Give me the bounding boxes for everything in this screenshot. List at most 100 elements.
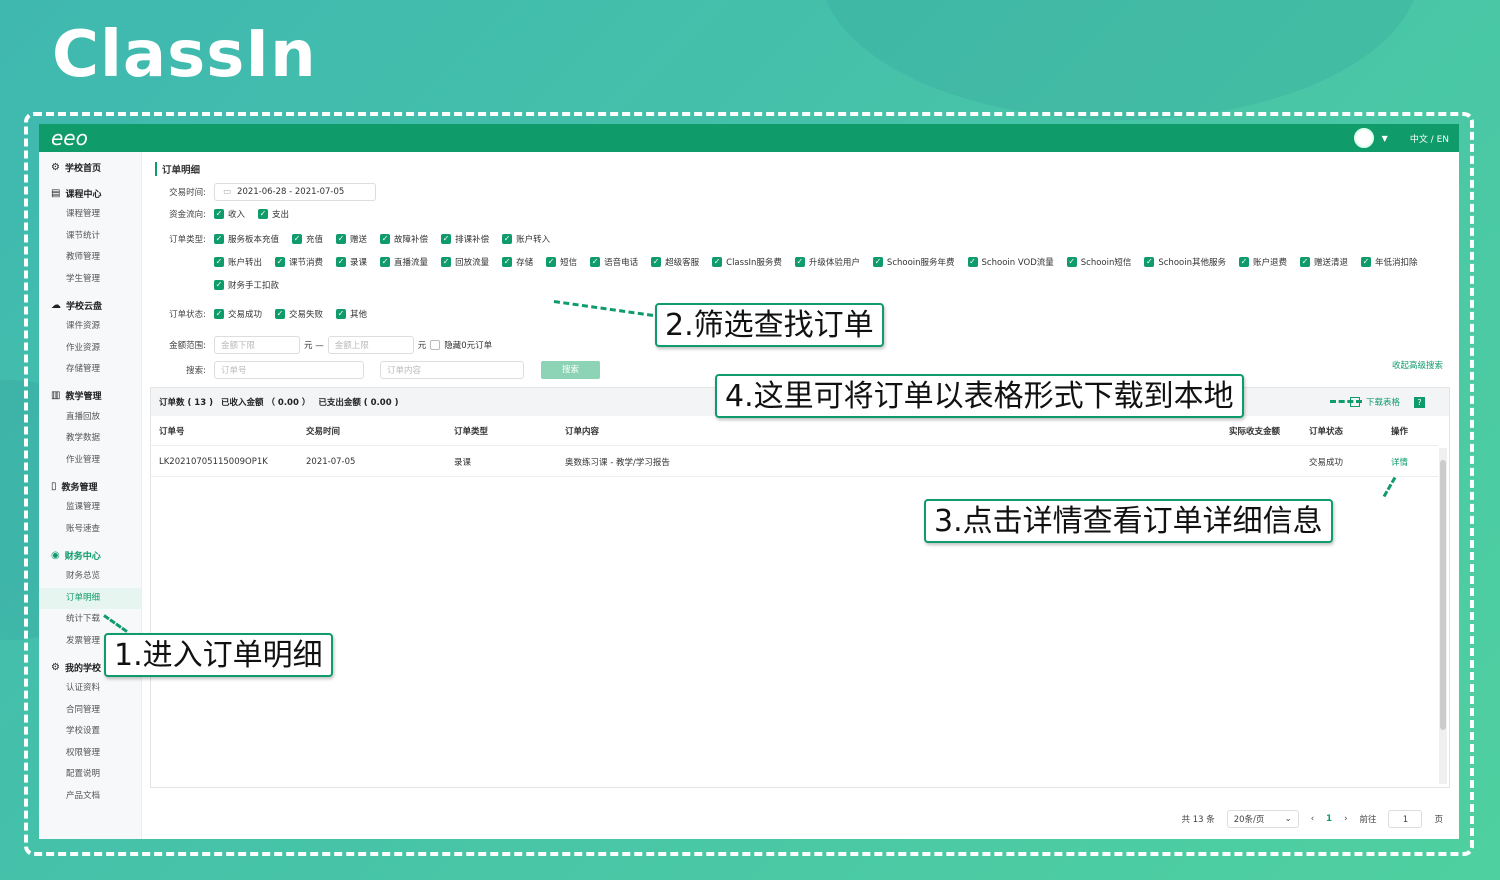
status-label: 订单状态: — [169, 310, 206, 320]
filter-checkbox[interactable]: ✓ 服务板本充值 — [214, 233, 279, 245]
sidebar-group[interactable]: ☁ 学校云盘 — [39, 294, 141, 316]
filter-checkbox[interactable]: ✓ Schooin其他服务 — [1144, 256, 1226, 268]
sidebar-item[interactable]: 认证资料 — [39, 678, 141, 700]
filter-checkbox-label: 其他 — [350, 310, 368, 320]
filter-checkbox[interactable]: ✓ ClassIn服务费 — [712, 256, 782, 268]
sidebar-item[interactable]: 直播回放 — [39, 407, 141, 429]
filter-checkbox[interactable]: ✓ 排课补偿 — [441, 233, 489, 245]
filter-checkbox-label: Schooin其他服务 — [1158, 258, 1226, 268]
sidebar-group[interactable]: ▯ 教务管理 — [39, 475, 141, 497]
chevron-down-icon[interactable]: ▼ — [1382, 134, 1388, 143]
filter-checkbox[interactable]: ✓ 充值 — [292, 233, 323, 245]
filter-checkbox[interactable]: ✓ 财务手工扣款 — [214, 279, 279, 291]
checkbox-checked-icon: ✓ — [794, 257, 805, 267]
filter-checkbox[interactable]: ✓ 短信 — [546, 256, 577, 268]
sidebar-item[interactable]: 教师管理 — [39, 247, 141, 269]
sidebar-item[interactable]: 账号速查 — [39, 519, 141, 541]
goto-label: 前往 — [1359, 815, 1377, 825]
checkbox-checked-icon: ✓ — [502, 234, 513, 244]
avatar[interactable] — [1353, 128, 1374, 148]
filter-checkbox[interactable]: ✓ 故障补偿 — [380, 233, 428, 245]
filter-checkbox[interactable]: ✓ 账户转入 — [502, 233, 550, 245]
sidebar-item[interactable]: 课节统计 — [39, 226, 141, 248]
filter-checkbox[interactable]: ✓ 录课 — [336, 256, 367, 268]
sidebar-item[interactable]: 财务总览 — [39, 566, 141, 588]
sidebar-group[interactable]: ⚙ 学校首页 — [39, 156, 141, 178]
filter-checkbox[interactable]: ✓ 其他 — [336, 308, 367, 320]
sidebar-item[interactable]: 课件资源 — [39, 316, 141, 338]
filter-checkbox[interactable]: ✓ 回放流量 — [441, 256, 489, 268]
language-switch[interactable]: 中文 / EN — [1410, 132, 1449, 145]
date-range-picker[interactable]: ▭ 2021-06-28 - 2021-07-05 — [214, 183, 376, 201]
filter-checkbox[interactable]: ✓ 直播流量 — [380, 256, 428, 268]
filter-checkbox-label: Schooin服务年费 — [886, 258, 955, 268]
sidebar-item[interactable]: 配置说明 — [39, 764, 141, 786]
detail-link[interactable]: 详情 — [1391, 456, 1408, 468]
page-size-select[interactable]: 20条/页 ⌄ — [1226, 810, 1299, 828]
filter-checkbox[interactable]: ✓ Schooin短信 — [1066, 256, 1131, 268]
collapse-advanced-link[interactable]: 收起高级搜索 — [1392, 359, 1443, 371]
goto-page-input[interactable]: 1 — [1388, 810, 1423, 828]
scrollbar-thumb[interactable] — [1440, 460, 1446, 730]
sidebar-group-label: 课程中心 — [65, 189, 102, 200]
hide-zero-checkbox[interactable] — [430, 340, 441, 350]
filter-checkbox[interactable]: ✓ Schooin服务年费 — [872, 256, 955, 268]
order-count: 订单数 ( 13 ) — [159, 398, 213, 408]
sidebar-item[interactable]: 合同管理 — [39, 700, 141, 722]
next-page-icon[interactable]: › — [1344, 814, 1347, 824]
sidebar-item[interactable]: 监课管理 — [39, 497, 141, 519]
sidebar-item[interactable]: 教学数据 — [39, 428, 141, 450]
sidebar-item[interactable]: 产品文档 — [39, 786, 141, 808]
search-button[interactable]: 搜索 — [541, 361, 600, 379]
filter-checkbox[interactable]: ✓ 赠送清退 — [1299, 256, 1348, 268]
filter-checkbox-label: 支出 — [272, 210, 290, 220]
callout-order-detail: 1.进入订单明细 — [104, 633, 333, 677]
checkbox-checked-icon: ✓ — [590, 257, 601, 267]
page-size-value: 20条/页 — [1233, 815, 1265, 825]
filter-checkbox[interactable]: ✓ 超级客服 — [651, 256, 699, 268]
hide-zero-label: 隐藏0元订单 — [444, 341, 493, 351]
filter-checkbox[interactable]: ✓ 年低消扣除 — [1361, 256, 1418, 268]
sidebar-item[interactable]: 学生管理 — [39, 269, 141, 291]
filter-checkbox[interactable]: ✓ 交易失败 — [275, 308, 323, 320]
filter-checkbox[interactable]: ✓ 收入 — [214, 208, 245, 220]
filter-checkbox-label: 回放流量 — [455, 258, 490, 268]
filter-checkbox[interactable]: ✓ 账户转出 — [214, 256, 262, 268]
sidebar-item[interactable]: 学校设置 — [39, 721, 141, 743]
filter-checkbox-label: 排课补偿 — [455, 235, 490, 245]
filter-checkbox[interactable]: ✓ 升级体验用户 — [794, 256, 860, 268]
filter-checkbox[interactable]: ✓ 交易成功 — [214, 308, 262, 320]
sidebar-item[interactable]: 订单明细 — [39, 587, 141, 609]
help-icon[interactable]: ? — [1414, 396, 1425, 408]
filter-checkbox[interactable]: ✓ 账户退费 — [1238, 256, 1287, 268]
filter-checkbox[interactable]: ✓ 赠送 — [336, 233, 367, 245]
sidebar-group-label: 教务管理 — [61, 482, 98, 493]
sidebar-item[interactable]: 权限管理 — [39, 743, 141, 765]
sidebar-item[interactable]: 统计下载 — [39, 609, 141, 631]
order-content-input[interactable]: 订单内容 — [380, 361, 524, 379]
prev-page-icon[interactable]: ‹ — [1311, 814, 1314, 824]
filter-checkbox[interactable]: ✓ 课节消费 — [275, 256, 323, 268]
amount-max-input[interactable]: 金额上限 — [327, 336, 414, 354]
sidebar-item[interactable]: 课程管理 — [39, 204, 141, 226]
checkbox-checked-icon: ✓ — [502, 257, 513, 267]
filter-checkbox[interactable]: ✓ 支出 — [258, 208, 289, 220]
filter-checkbox[interactable]: ✓ 存储 — [502, 256, 533, 268]
table-header: 订单号 交易时间 订单类型 订单内容 实际收支金额 订单状态 操作 — [151, 416, 1438, 446]
current-page[interactable]: 1 — [1326, 814, 1332, 824]
checkbox-checked-icon: ✓ — [1361, 257, 1371, 267]
download-table-link[interactable]: 下载表格 — [1366, 396, 1400, 408]
filter-checkbox[interactable]: ✓ Schooin VOD流量 — [967, 256, 1054, 268]
sidebar-item[interactable]: 存储管理 — [39, 359, 141, 381]
amount-separator: 元 — — [304, 341, 324, 351]
amount-min-input[interactable]: 金额下限 — [214, 336, 300, 354]
filter-checkbox[interactable]: ✓ 语音电话 — [590, 256, 638, 268]
scrollbar[interactable] — [1439, 448, 1447, 784]
sidebar-group[interactable]: ▤ 课程中心 — [39, 182, 141, 204]
order-no-input[interactable]: 订单号 — [214, 361, 364, 379]
sidebar-group[interactable]: ◉ 财务中心 — [39, 544, 141, 566]
sidebar-item[interactable]: 作业管理 — [39, 450, 141, 472]
sidebar-item[interactable]: 作业资源 — [39, 338, 141, 360]
filter-checkbox-label: 升级体验用户 — [808, 258, 860, 268]
sidebar-group[interactable]: ▥ 教学管理 — [39, 385, 141, 407]
